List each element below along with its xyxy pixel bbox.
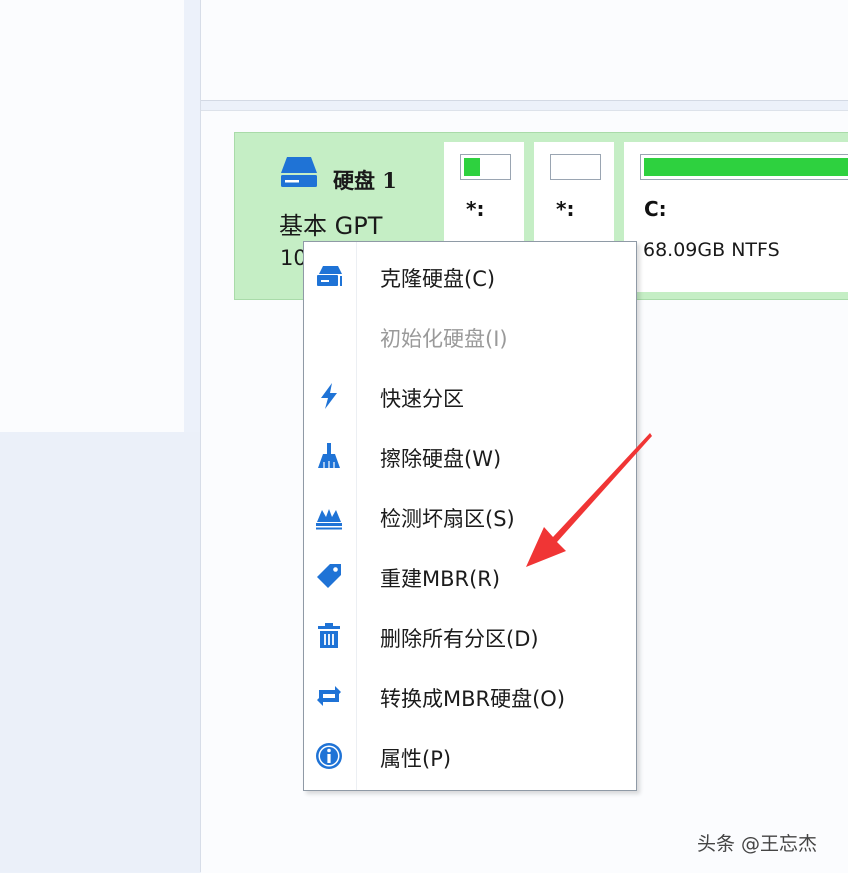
- menu-item-label: 擦除硬盘(W): [380, 447, 502, 471]
- lightning-icon: [314, 381, 344, 411]
- menu-item-label: 克隆硬盘(C): [380, 267, 496, 291]
- menu-item-label: 快速分区: [380, 387, 464, 411]
- sector-scan-icon: [314, 501, 344, 531]
- menu-item-label: 检测坏扇区(S): [380, 507, 515, 531]
- menu-item-label: 属性(P): [380, 747, 452, 771]
- partition-usage-bar: [640, 154, 848, 180]
- menu-item-label: 删除所有分区(D): [380, 627, 539, 651]
- trash-icon: [314, 621, 344, 651]
- menu-item-delete-all-partitions[interactable]: 删除所有分区(D): [304, 606, 636, 666]
- menu-item-label: 重建MBR(R): [380, 567, 501, 591]
- menu-item-properties[interactable]: 属性(P): [304, 726, 636, 786]
- disk-name: 硬盘 1: [333, 168, 397, 193]
- partition-info: 68.09GB NTFS: [643, 239, 780, 261]
- partition-usage-bar: [460, 154, 511, 180]
- partition-label: C:: [644, 197, 667, 221]
- clone-disk-icon: [314, 261, 344, 291]
- hard-disk-icon: [281, 157, 317, 187]
- menu-item-label: 转换成MBR硬盘(O): [380, 687, 566, 711]
- tag-icon: [314, 561, 344, 591]
- annotation-arrow: [526, 433, 652, 567]
- partition-label: *:: [556, 197, 575, 221]
- watermark: 头条 @王忘杰: [697, 833, 818, 855]
- broom-icon: [314, 441, 344, 471]
- menu-item-initialize-disk[interactable]: 初始化硬盘(I): [304, 306, 636, 366]
- left-panel: [0, 0, 184, 432]
- partition-label: *:: [466, 197, 485, 221]
- menu-item-quick-partition[interactable]: 快速分区: [304, 366, 636, 426]
- menu-item-convert-to-mbr[interactable]: 转换成MBR硬盘(O): [304, 666, 636, 726]
- left-lower-area: [0, 432, 200, 872]
- top-panel: [201, 0, 848, 101]
- menu-item-clone-disk[interactable]: 克隆硬盘(C): [304, 246, 636, 306]
- disk-type: 基本 GPT: [279, 212, 383, 240]
- partition-usage-bar: [550, 154, 601, 180]
- convert-icon: [314, 681, 344, 711]
- info-icon: [314, 741, 344, 771]
- partition-c[interactable]: C: 68.09GB NTFS: [624, 142, 848, 292]
- menu-item-label: 初始化硬盘(I): [380, 327, 508, 351]
